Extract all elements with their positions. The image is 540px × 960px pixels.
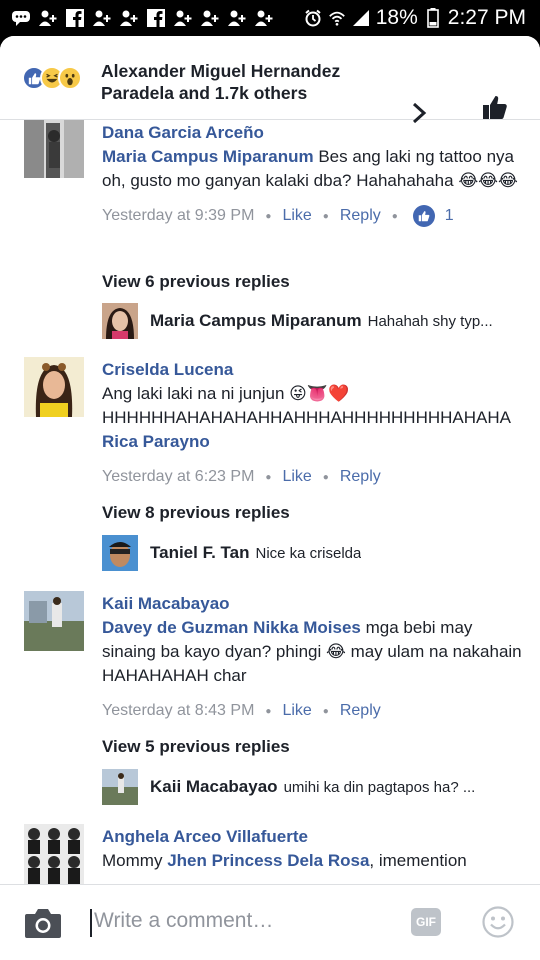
comment-meta: Yesterday at 9:39 PM ● Like ● Reply ● 1 <box>102 205 522 227</box>
reply-preview: Hahahah shy typ... <box>367 312 493 330</box>
comment-message: Mommy <box>102 851 163 870</box>
like-reaction-icon <box>412 205 435 227</box>
avatar[interactable] <box>24 824 84 884</box>
avatar[interactable] <box>102 535 138 571</box>
latest-reply[interactable]: Maria Campus Miparanum Hahahah shy typ..… <box>102 303 522 339</box>
comment-body: Kaii Macabayao Davey de Guzman Nikka Moi… <box>102 593 522 722</box>
comment-body: Dana Garcia Arceño Maria Campus Miparanu… <box>102 122 522 227</box>
reply-preview: umihi ka din pagtapos ha? ... <box>283 778 476 796</box>
reply-author[interactable]: Kaii Macabayao <box>150 777 278 797</box>
latest-reply[interactable]: Taniel F. Tan Nice ka criselda <box>102 535 522 571</box>
comment-message-laugh: HHHHHHAHAHAHAHHAHHHAHHHHHHHHHAHAHA <box>102 408 511 427</box>
comment-text: Ang laki laki na ni junjun 😜👅❤️ HHHHHHAH… <box>102 382 522 454</box>
mention-tag[interactable]: Maria Campus Miparanum <box>102 147 314 166</box>
comment-feed[interactable]: Dana Garcia Arceño Maria Campus Miparanu… <box>0 120 540 884</box>
comment-input[interactable]: Write a comment… <box>94 909 273 933</box>
wifi-icon <box>328 9 346 27</box>
separator-dot: ● <box>265 705 272 717</box>
reply-link[interactable]: Reply <box>340 207 381 225</box>
mention-tag[interactable]: Jhen Princess Dela Rosa <box>167 851 369 870</box>
person-add-icon <box>120 9 138 27</box>
comment-meta: Yesterday at 8:43 PM ● Like ● Reply <box>102 700 522 722</box>
comment-message: , imemention <box>369 851 467 870</box>
sticker-smiley-icon[interactable] <box>482 906 514 938</box>
clock: 2:27 PM <box>447 6 526 29</box>
reply-author[interactable]: Taniel F. Tan <box>150 543 250 563</box>
reply-link[interactable]: Reply <box>340 468 381 486</box>
comment-author[interactable]: Kaii Macabayao <box>102 593 522 615</box>
reactions-sheet: Alexander Miguel Hernandez Paradela and … <box>0 36 540 960</box>
view-previous-replies[interactable]: View 6 previous replies <box>102 272 290 292</box>
camera-icon[interactable] <box>24 907 62 939</box>
like-count: 1 <box>444 207 454 224</box>
comment-text: Maria Campus Miparanum Bes ang laki ng t… <box>102 145 522 193</box>
facebook-icon <box>147 9 165 27</box>
like-link[interactable]: Like <box>282 207 311 225</box>
comment-text: Mommy Jhen Princess Dela Rosa, imementio… <box>102 849 522 873</box>
alarm-icon <box>304 9 322 27</box>
person-add-icon <box>93 9 111 27</box>
thumbs-up-icon[interactable] <box>482 94 508 120</box>
system-icons: 18% 2:27 PM <box>304 6 540 30</box>
comment-author[interactable]: Dana Garcia Arceño <box>102 122 522 144</box>
text-cursor <box>90 909 92 937</box>
facebook-icon <box>66 9 84 27</box>
comment-meta: Yesterday at 6:23 PM ● Like ● Reply <box>102 466 522 488</box>
avatar[interactable] <box>24 120 84 178</box>
comment-composer: Write a comment… GIF <box>0 884 540 960</box>
view-previous-replies[interactable]: View 5 previous replies <box>102 737 290 757</box>
avatar[interactable] <box>102 769 138 805</box>
gif-button[interactable]: GIF <box>411 908 441 936</box>
like-link[interactable]: Like <box>282 702 311 720</box>
notification-icons <box>0 9 273 27</box>
like-link[interactable]: Like <box>282 468 311 486</box>
comment-message: HHHHHHAHAHAHAHHAHHHAHHHHHHHHHAHAHA Rica … <box>102 406 522 454</box>
separator-dot: ● <box>322 210 329 222</box>
person-add-icon <box>255 9 273 27</box>
view-previous-replies[interactable]: View 8 previous replies <box>102 503 290 523</box>
comment-timestamp: Yesterday at 6:23 PM <box>102 468 255 485</box>
separator-dot: ● <box>265 471 272 483</box>
reactions-header[interactable]: Alexander Miguel Hernandez Paradela and … <box>0 36 540 124</box>
comment-author[interactable]: Criselda Lucena <box>102 359 522 381</box>
battery-icon <box>424 8 442 28</box>
comment-author[interactable]: Anghela Arceo Villafuerte <box>102 826 522 848</box>
mention-tag[interactable]: Davey de Guzman Nikka Moises <box>102 618 361 637</box>
reply-preview: Nice ka criselda <box>255 544 362 562</box>
battery-percent: 18% <box>375 6 418 29</box>
avatar[interactable] <box>102 303 138 339</box>
separator-dot: ● <box>391 210 398 222</box>
separator-dot: ● <box>322 705 329 717</box>
wow-reaction-icon <box>58 66 82 90</box>
status-bar: 18% 2:27 PM <box>0 0 540 36</box>
person-add-icon <box>39 9 57 27</box>
person-add-icon <box>228 9 246 27</box>
latest-reply[interactable]: Kaii Macabayao umihi ka din pagtapos ha?… <box>102 769 522 805</box>
chat-icon <box>12 9 30 27</box>
comment-text: Davey de Guzman Nikka Moises mga bebi ma… <box>102 616 522 688</box>
reactors-summary-text[interactable]: Alexander Miguel Hernandez Paradela and … <box>101 60 391 104</box>
comment-like-count[interactable]: 1 <box>412 205 454 227</box>
avatar[interactable] <box>24 591 84 651</box>
reply-author[interactable]: Maria Campus Miparanum <box>150 311 362 331</box>
person-add-icon <box>201 9 219 27</box>
comment-body: Criselda Lucena Ang laki laki na ni junj… <box>102 359 522 488</box>
signal-icon <box>352 9 370 27</box>
comment-timestamp: Yesterday at 9:39 PM <box>102 207 255 224</box>
person-add-icon <box>174 9 192 27</box>
reply-link[interactable]: Reply <box>340 702 381 720</box>
separator-dot: ● <box>265 210 272 222</box>
comment-timestamp: Yesterday at 8:43 PM <box>102 702 255 719</box>
comment-body: Anghela Arceo Villafuerte Mommy Jhen Pri… <box>102 826 522 873</box>
avatar[interactable] <box>24 357 84 417</box>
mention-tag[interactable]: Rica Parayno <box>102 432 210 451</box>
reaction-summary <box>22 66 82 90</box>
separator-dot: ● <box>322 471 329 483</box>
comment-message: Ang laki laki na ni junjun 😜👅❤️ <box>102 384 350 403</box>
